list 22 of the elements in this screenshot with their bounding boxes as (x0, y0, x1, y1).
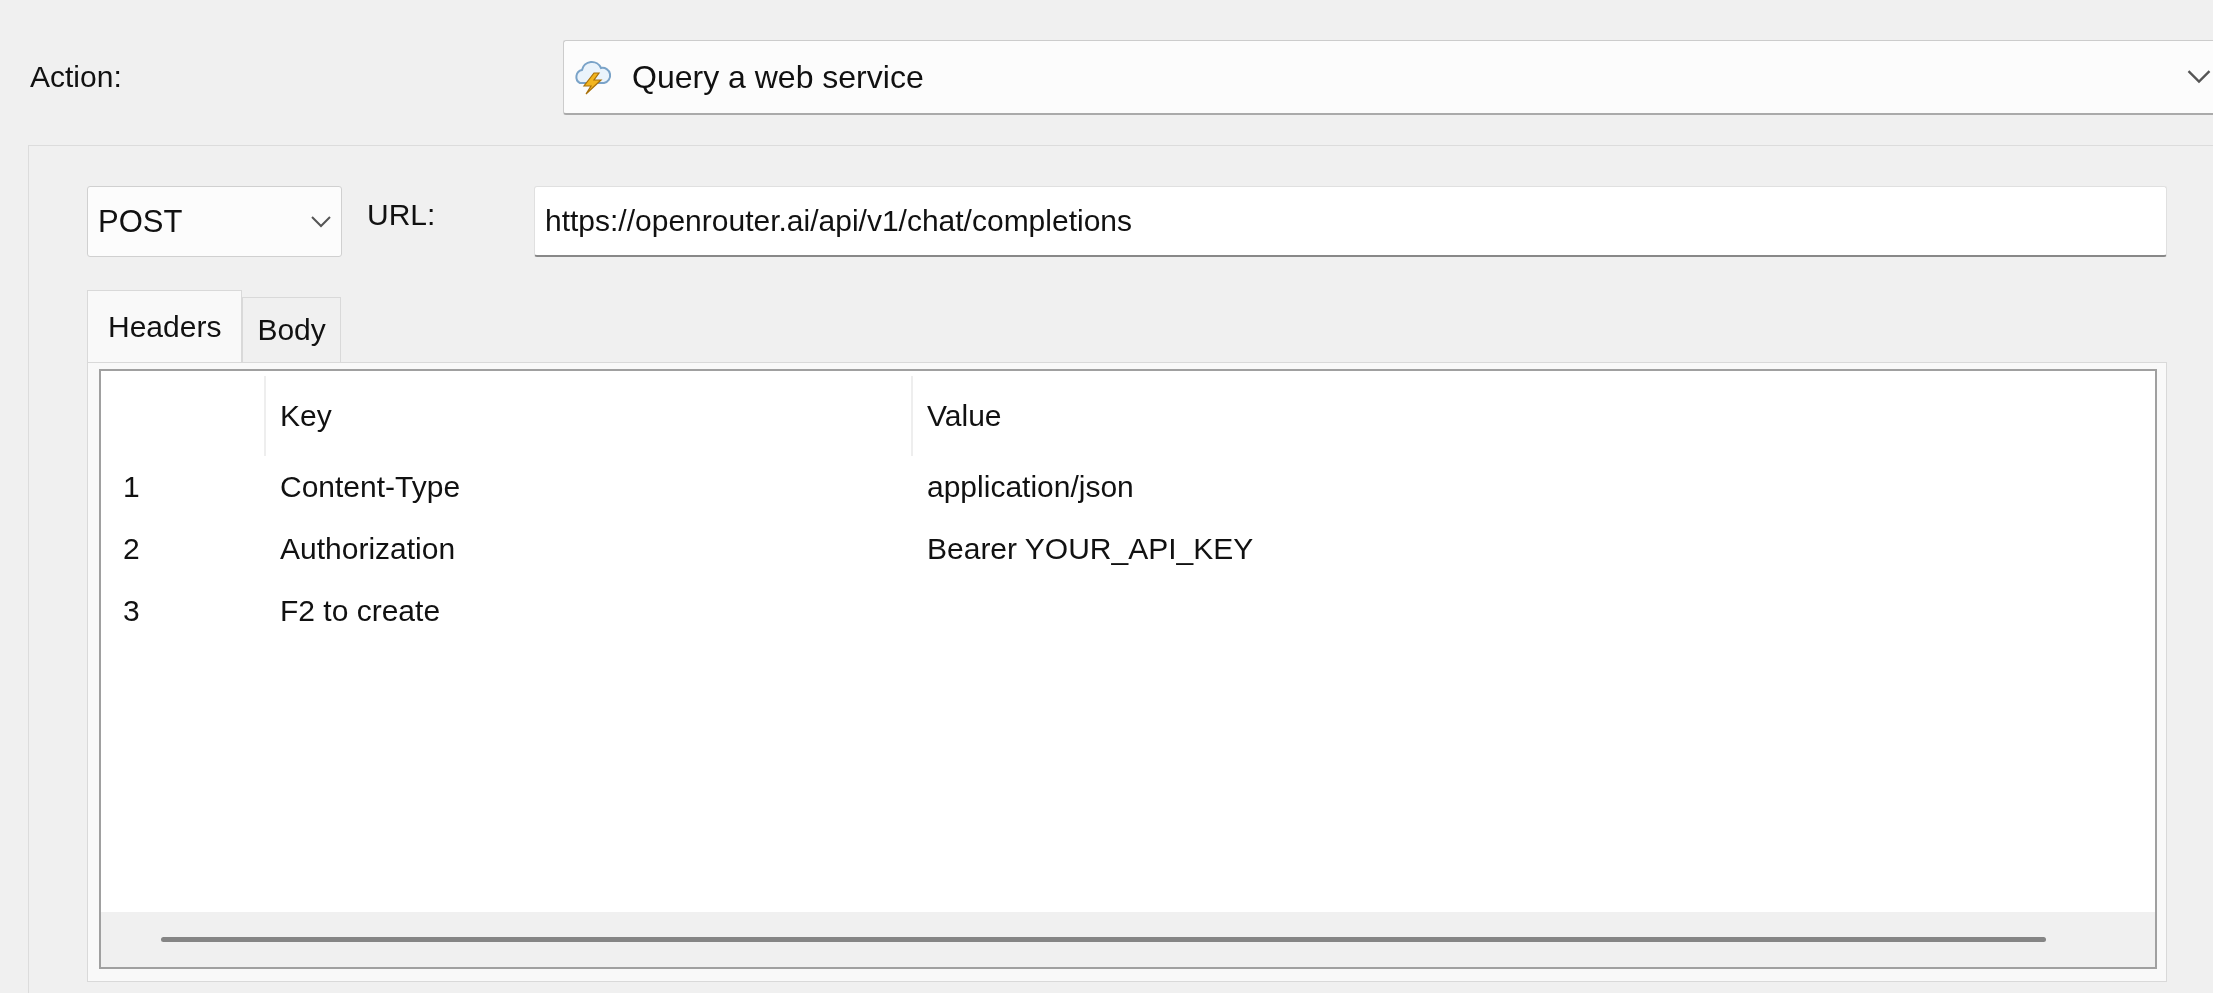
table-cell: Authorization (280, 532, 456, 565)
method-dropdown[interactable]: POST (87, 186, 342, 257)
row-number: 1 (123, 470, 140, 503)
url-label: URL: (367, 197, 437, 232)
column-header: Key (280, 399, 332, 433)
tab[interactable]: Headers (87, 290, 243, 362)
row-number: 2 (123, 532, 140, 565)
tab[interactable]: Body (242, 297, 341, 362)
horizontal-scrollbar[interactable] (101, 912, 2155, 967)
table-cell: Bearer YOUR_API_KEY (927, 532, 1254, 565)
cloud-lightning-icon (572, 59, 612, 95)
table-cell: F2 to create (280, 594, 441, 627)
chevron-down-icon (2187, 70, 2211, 84)
scrollbar-thumb[interactable] (161, 937, 2046, 942)
action-label: Action: (29, 59, 123, 94)
column-header: Value (927, 399, 1002, 433)
url-field[interactable]: https://openrouter.ai/api/v1/chat/completions (534, 186, 2167, 257)
table-cell: Content-Type (280, 470, 461, 503)
row-number: 3 (123, 594, 140, 627)
chevron-down-icon (311, 215, 331, 228)
table-cell: application/json (927, 470, 1134, 503)
action-dropdown[interactable]: Query a web service (563, 40, 2213, 115)
